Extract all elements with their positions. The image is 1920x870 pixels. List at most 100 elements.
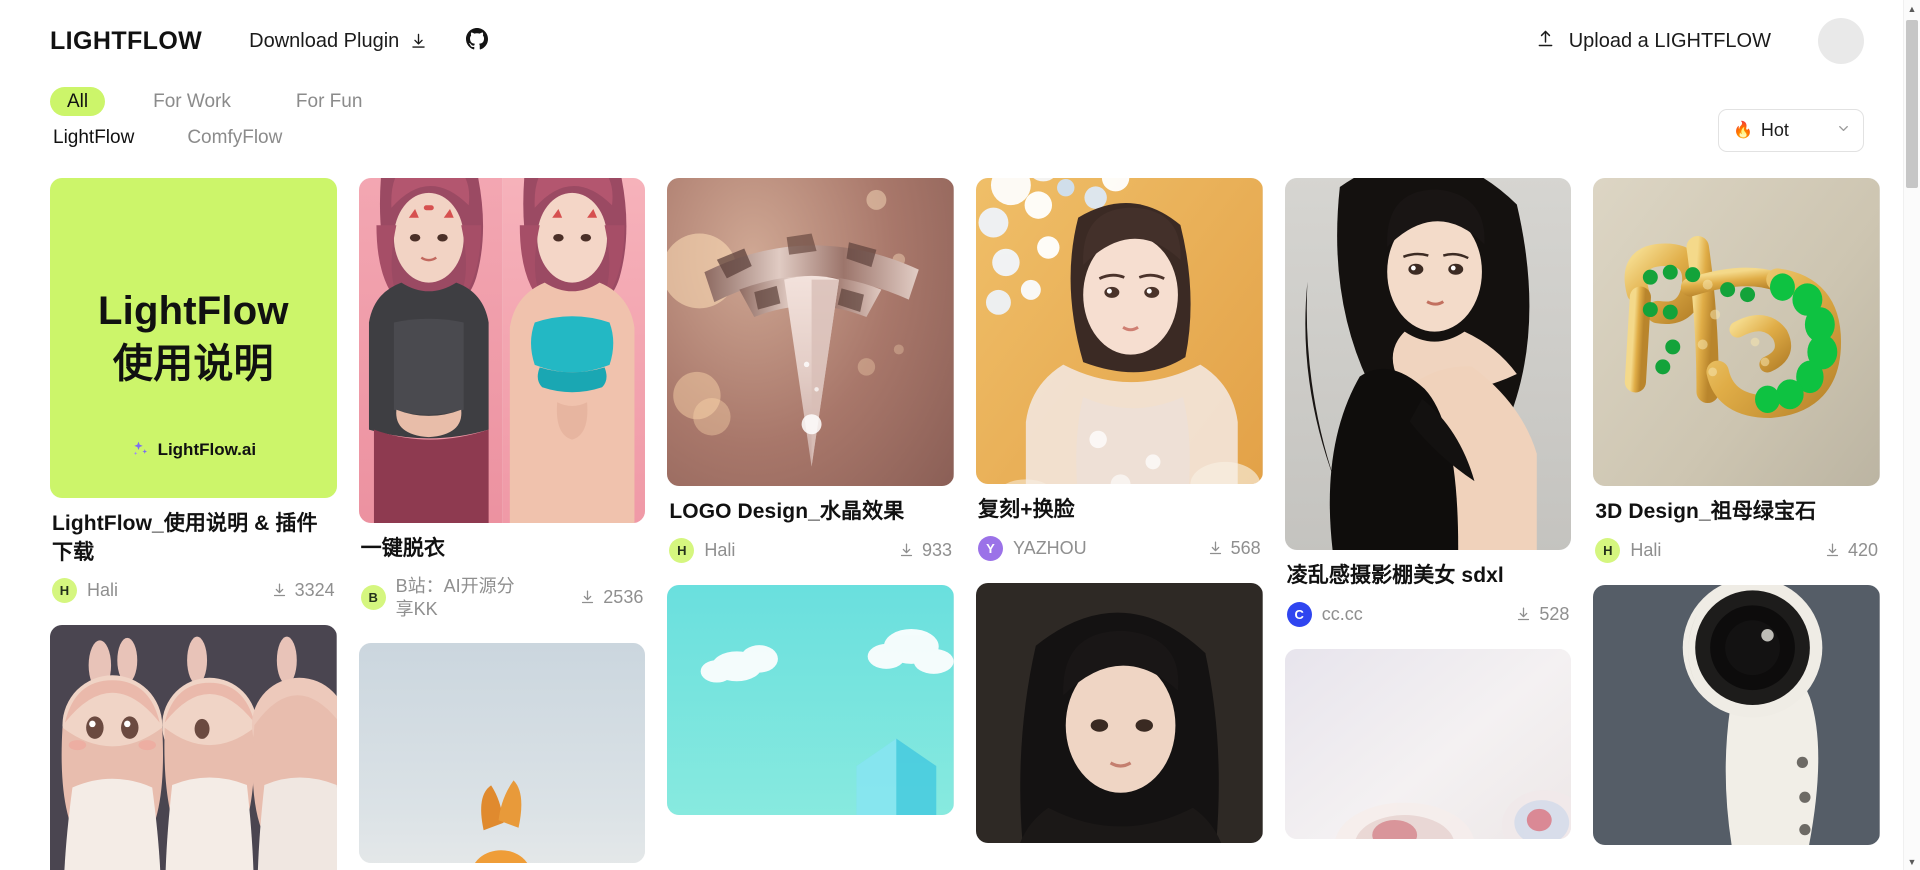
card-thumbnail[interactable] (358, 178, 646, 523)
card-body: 复刻+换脸 Y YAZHOU 568 (976, 484, 1263, 561)
page-scrollbar[interactable]: ▲ ▼ (1903, 0, 1920, 870)
brand-logo[interactable]: LIGHTFLOW (50, 27, 202, 56)
tab-lightflow[interactable]: LightFlow (53, 127, 134, 149)
github-link[interactable] (466, 27, 489, 55)
card-thumbnail[interactable] (358, 642, 646, 863)
upload-icon (1535, 28, 1556, 55)
card-thumbnail[interactable] (976, 178, 1263, 484)
card-lightflow-guide[interactable]: LightFlow 使用说明 LightFlow.ai LightFlow_使用… (50, 178, 337, 604)
promo-line-2: 使用说明 (112, 342, 274, 386)
card-ice-cloud[interactable] (667, 584, 955, 815)
card-thumbnail[interactable] (667, 178, 955, 486)
chevron-down-icon (1836, 121, 1851, 141)
scroll-down-arrow[interactable]: ▼ (1904, 853, 1920, 870)
grid-column-6: 3D Design_祖母绿宝石 H Hali 420 (1593, 178, 1880, 870)
download-icon (900, 543, 913, 556)
author-avatar: H (1595, 537, 1621, 563)
tab-for-fun[interactable]: For Fun (279, 87, 380, 116)
card-body: 一键脱衣 B B站：AI开源分享KK 2536 (359, 523, 646, 621)
crystal-logo-art (667, 178, 955, 486)
author-avatar: C (1286, 601, 1312, 627)
card-thumbnail[interactable] (1593, 584, 1880, 845)
download-count: 2536 (579, 587, 643, 608)
author-name[interactable]: YAZHOU (1013, 537, 1087, 560)
download-count-value: 528 (1539, 603, 1570, 624)
download-count-value: 2536 (603, 587, 644, 608)
grid-column-2: 一键脱衣 B B站：AI开源分享KK 2536 (358, 178, 646, 870)
card-glass-product[interactable] (1284, 648, 1572, 839)
card-bob-portrait[interactable] (976, 582, 1263, 843)
user-avatar[interactable] (1818, 18, 1864, 64)
card-title: 复刻+换脸 (978, 498, 1075, 521)
card-3d-design-emerald[interactable]: 3D Design_祖母绿宝石 H Hali 420 (1593, 178, 1880, 563)
download-count-value: 3324 (294, 580, 335, 601)
download-plugin-label: Download Plugin (249, 29, 400, 52)
download-count: 568 (1207, 538, 1261, 559)
author-avatar: H (52, 578, 77, 604)
download-count: 3324 (271, 580, 335, 601)
download-count-value: 420 (1847, 539, 1879, 560)
author-name[interactable]: B站：AI开源分享KK (396, 575, 524, 621)
author-avatar: H (669, 537, 695, 563)
card-body: 凌乱感摄影棚美女 sdxl C cc.cc 528 (1285, 550, 1572, 627)
card-title: 3D Design_祖母绿宝石 (1595, 500, 1817, 523)
card-thumbnail[interactable] (976, 582, 1263, 843)
card-fox-sky[interactable] (358, 642, 646, 863)
author-name[interactable]: Hali (704, 539, 735, 562)
card-thumbnail[interactable] (1284, 178, 1572, 550)
tab-comfyflow[interactable]: ComfyFlow (187, 127, 282, 149)
card-meta: C cc.cc 528 (1286, 601, 1570, 627)
author-name[interactable]: cc.cc (1322, 603, 1363, 626)
tab-all[interactable]: All (50, 86, 106, 116)
card-body: LOGO Design_水晶效果 H Hali 933 (667, 486, 954, 563)
grid-column-3: LOGO Design_水晶效果 H Hali 933 (667, 178, 955, 870)
promo-line-1: LightFlow (98, 289, 289, 334)
download-count: 420 (1824, 540, 1878, 561)
author-name[interactable]: Hali (1630, 539, 1661, 562)
card-title: LOGO Design_水晶效果 (669, 500, 905, 523)
twin-portrait-art (358, 178, 646, 523)
card-thumbnail[interactable]: LightFlow 使用说明 LightFlow.ai (50, 178, 337, 498)
card-thumbnail[interactable] (1593, 178, 1880, 486)
download-plugin-button[interactable]: Download Plugin (249, 30, 428, 53)
card-chibi-sheets[interactable] (50, 625, 337, 870)
card-thumbnail[interactable] (667, 584, 955, 815)
masonry-grid: LightFlow 使用说明 LightFlow.ai LightFlow_使用… (50, 178, 1880, 870)
bob-portrait-art (976, 582, 1263, 843)
ice-cloud-art (667, 584, 955, 815)
card-meta: B B站：AI开源分享KK 2536 (360, 575, 643, 621)
scrollbar-thumb[interactable] (1906, 20, 1918, 188)
author-avatar: B (360, 585, 386, 611)
sort-dropdown[interactable]: 🔥 Hot (1718, 109, 1864, 152)
author-name[interactable]: Hali (87, 579, 118, 602)
card-thumbnail[interactable] (1284, 648, 1572, 839)
card-one-click-undress[interactable]: 一键脱衣 B B站：AI开源分享KK 2536 (358, 178, 646, 621)
card-camera-lens[interactable] (1593, 584, 1880, 845)
download-icon (409, 32, 428, 51)
card-replicate-faceswap[interactable]: 复刻+换脸 Y YAZHOU 568 (976, 178, 1263, 561)
github-icon (466, 27, 489, 55)
card-meta: Y YAZHOU 568 (978, 535, 1261, 561)
card-body: 3D Design_祖母绿宝石 H Hali 420 (1593, 486, 1880, 563)
sparkles-icon (133, 441, 147, 456)
card-meta: H Hali 933 (669, 537, 953, 563)
upload-label: Upload a LIGHTFLOW (1568, 29, 1771, 52)
download-count-value: 933 (921, 539, 953, 560)
card-title: 一键脱衣 (360, 537, 446, 560)
flame-icon: 🔥 (1733, 121, 1753, 139)
chibi-character-art (50, 625, 337, 870)
camera-lens-art (1593, 584, 1880, 845)
app-header: LIGHTFLOW Download Plugin Upload a LIGHT… (0, 0, 1920, 82)
scroll-up-arrow[interactable]: ▲ (1904, 0, 1920, 17)
tab-for-work[interactable]: For Work (136, 87, 248, 116)
header-right-group: Upload a LIGHTFLOW (1535, 18, 1864, 64)
upload-lightflow-button[interactable]: Upload a LIGHTFLOW (1535, 28, 1771, 55)
grid-column-5: 凌乱感摄影棚美女 sdxl C cc.cc 528 (1284, 178, 1572, 870)
card-thumbnail[interactable] (50, 625, 337, 870)
filter-bar: All For Work For Fun LightFlow ComfyFlow… (0, 82, 1920, 156)
download-icon (273, 583, 285, 597)
card-logo-design-crystal[interactable]: LOGO Design_水晶效果 H Hali 933 (667, 178, 955, 563)
card-messy-studio-beauty[interactable]: 凌乱感摄影棚美女 sdxl C cc.cc 528 (1284, 178, 1572, 627)
grid-column-4: 复刻+换脸 Y YAZHOU 568 (976, 178, 1263, 870)
card-meta: H Hali 3324 (52, 578, 335, 604)
